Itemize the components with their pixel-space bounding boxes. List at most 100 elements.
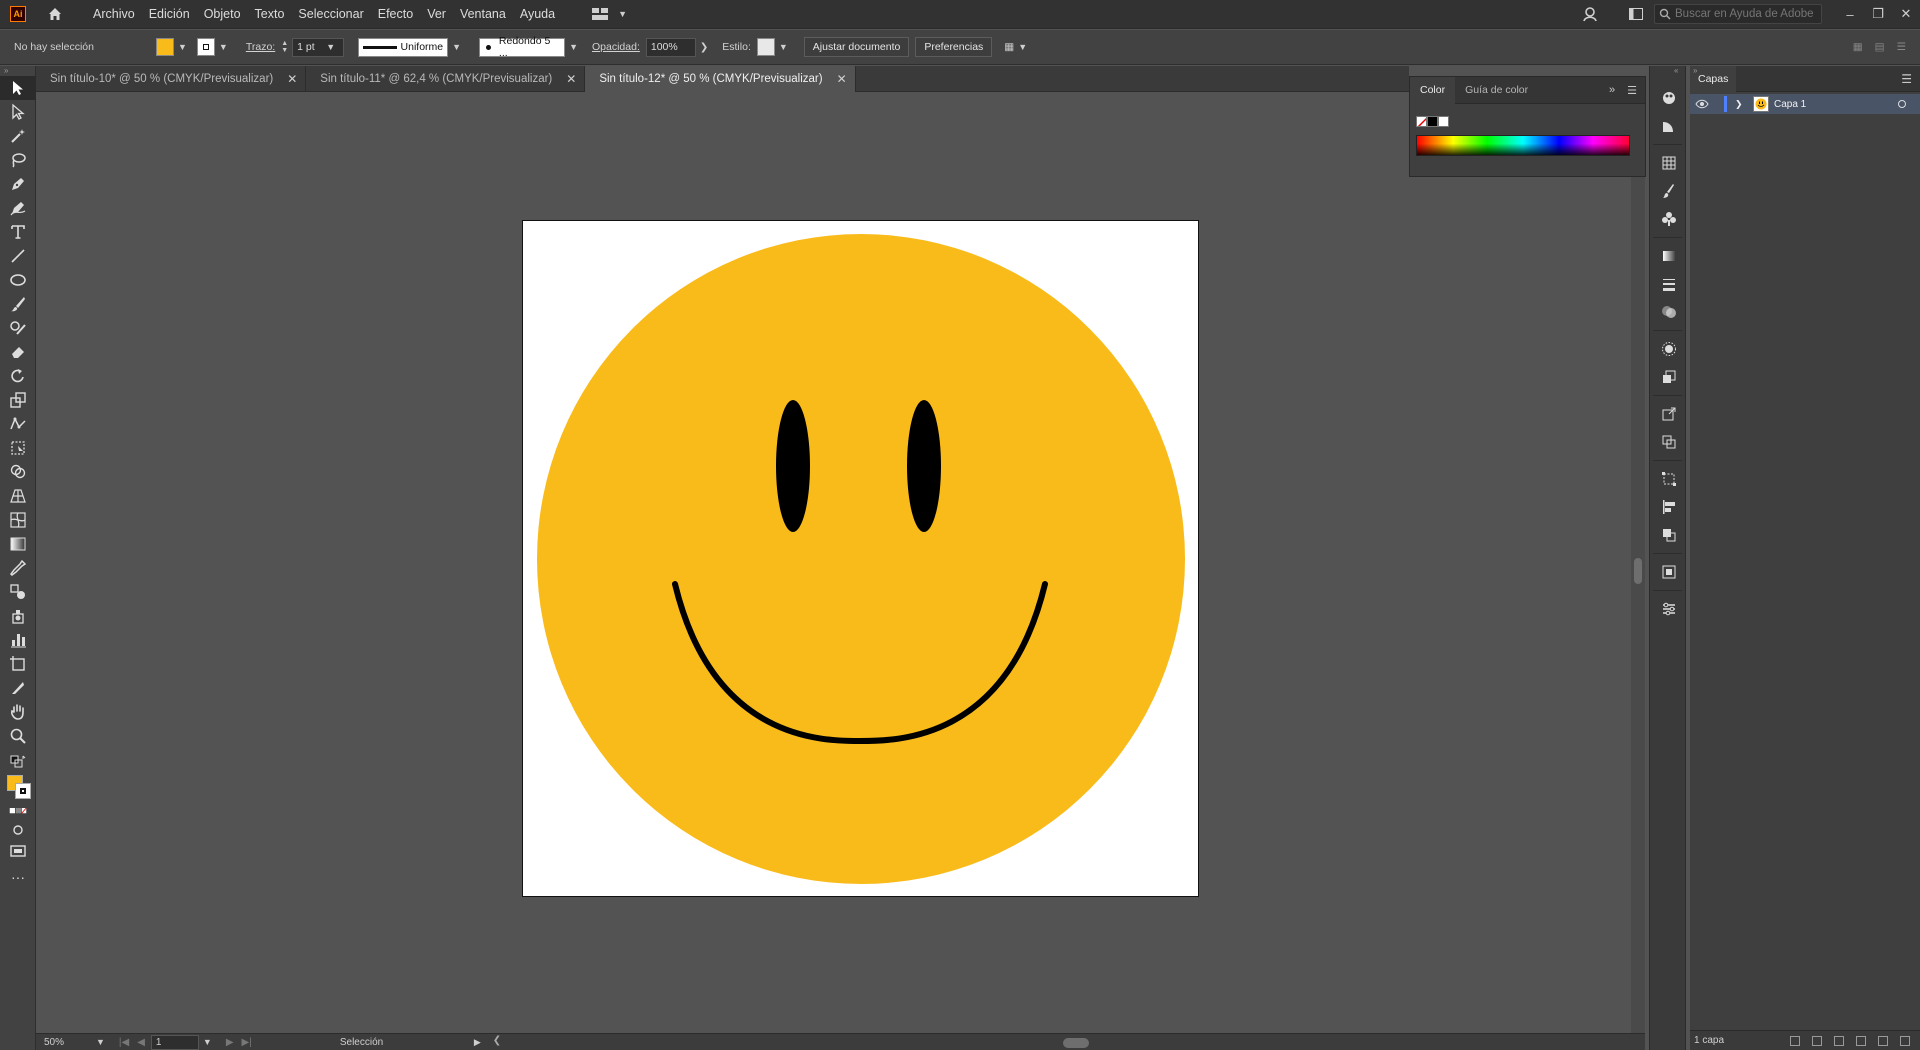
zoom-tool[interactable]	[0, 724, 36, 748]
tab-document-11[interactable]: Sin título-11* @ 62,4 % (CMYK/Previsuali…	[306, 66, 586, 92]
menu-texto[interactable]: Texto	[248, 0, 292, 29]
stroke-panel-icon[interactable]	[1650, 270, 1687, 298]
brush-definition[interactable]: Redondo 5 ...	[479, 35, 566, 59]
graphic-style-swatch[interactable]	[756, 38, 775, 56]
delete-layer-icon[interactable]	[1900, 1035, 1910, 1046]
ellipse-tool[interactable]	[0, 268, 36, 292]
draw-mode-icon[interactable]	[0, 820, 36, 840]
curvature-tool[interactable]	[0, 196, 36, 220]
layer-name[interactable]: Capa 1	[1774, 99, 1806, 110]
screen-mode-icon[interactable]	[0, 840, 36, 862]
shaper-tool[interactable]	[0, 316, 36, 340]
stroke-proxy[interactable]	[15, 783, 31, 799]
fill-swatch[interactable]	[156, 38, 174, 56]
smiley-left-eye[interactable]	[776, 400, 810, 532]
menu-edicion[interactable]: Edición	[142, 0, 197, 29]
variable-width-profile[interactable]: Uniforme	[358, 37, 449, 57]
chevron-right-icon[interactable]: ❯	[700, 42, 708, 53]
artboard[interactable]	[522, 220, 1199, 897]
chevron-down-icon[interactable]: ▼	[219, 42, 228, 52]
tab-color-guide[interactable]: Guía de color	[1455, 77, 1538, 104]
gradient-panel-icon[interactable]	[1650, 242, 1687, 270]
smiley-artwork[interactable]	[523, 221, 1198, 896]
pen-tool[interactable]	[0, 172, 36, 196]
perspective-grid-tool[interactable]	[0, 484, 36, 508]
panel-menu-icon[interactable]: ☰	[1627, 84, 1637, 97]
close-icon[interactable]: ✕	[287, 72, 297, 86]
restore-button[interactable]: ❐	[1864, 0, 1892, 29]
arrange-icon[interactable]: ▦	[1853, 41, 1863, 53]
discover-icon[interactable]	[1576, 0, 1604, 29]
fill-stroke-proxy[interactable]	[0, 772, 36, 802]
libraries-icon[interactable]	[1650, 558, 1687, 586]
line-segment-tool[interactable]	[0, 244, 36, 268]
align-icon[interactable]: ▦	[1004, 41, 1014, 53]
free-transform-tool[interactable]	[0, 436, 36, 460]
zoom-level[interactable]: 50%	[44, 1037, 92, 1048]
menu-ayuda[interactable]: Ayuda	[513, 0, 562, 29]
color-mode-icons[interactable]	[0, 802, 36, 820]
clipping-mask-icon[interactable]	[1834, 1035, 1844, 1046]
color-panel-icon[interactable]	[1650, 84, 1687, 112]
align-panel-icon[interactable]	[1650, 493, 1687, 521]
chevron-down-icon[interactable]: ▼	[1018, 42, 1027, 52]
none-swatch[interactable]	[1416, 116, 1427, 127]
scrollbar-thumb[interactable]	[1634, 558, 1642, 584]
close-icon[interactable]: ✕	[837, 72, 847, 86]
transparency-icon[interactable]	[1650, 298, 1687, 326]
close-icon[interactable]: ✕	[566, 72, 576, 86]
opacity-label[interactable]: Opacidad:	[592, 41, 640, 53]
menu-seleccionar[interactable]: Seleccionar	[291, 0, 370, 29]
stroke-weight-field[interactable]: 1 pt ▼	[292, 37, 345, 57]
canvas-area[interactable]	[36, 93, 1409, 1033]
stroke-label[interactable]: Trazo:	[246, 41, 275, 53]
transform-icon[interactable]	[1650, 465, 1687, 493]
direct-selection-tool[interactable]	[0, 100, 36, 124]
eyedropper-tool[interactable]	[0, 556, 36, 580]
properties-icon[interactable]	[1650, 595, 1687, 623]
hand-tool[interactable]	[0, 700, 36, 724]
vertical-scrollbar[interactable]	[1631, 93, 1645, 1033]
last-artboard-icon[interactable]: ▶|	[242, 1037, 252, 1048]
lasso-tool[interactable]	[0, 148, 36, 172]
next-artboard-icon[interactable]: ▶	[226, 1037, 234, 1048]
menu-ventana[interactable]: Ventana	[453, 0, 513, 29]
export-for-screens-icon[interactable]	[1790, 1035, 1800, 1046]
selection-tool[interactable]	[0, 76, 36, 100]
artboard-nav-prev[interactable]: |◀ ◀	[119, 1037, 145, 1048]
chevron-down-icon[interactable]: ▼	[178, 42, 187, 52]
close-window-button[interactable]: ✕	[1892, 0, 1920, 29]
new-sublayer-icon[interactable]	[1856, 1035, 1866, 1046]
type-tool[interactable]	[0, 220, 36, 244]
graphic-styles-icon[interactable]	[1650, 363, 1687, 391]
chevron-right-icon[interactable]: ❯	[1735, 99, 1745, 110]
menu-efecto[interactable]: Efecto	[371, 0, 420, 29]
scroll-left-icon[interactable]: ❮	[493, 1035, 501, 1046]
mesh-tool[interactable]	[0, 508, 36, 532]
chevron-down-icon[interactable]: ▼	[452, 42, 461, 52]
symbols-icon[interactable]	[1650, 205, 1687, 233]
panel-menu-icon[interactable]: ☰	[1897, 41, 1906, 53]
smiley-right-eye[interactable]	[907, 400, 941, 532]
horizontal-scrollbar[interactable]: ❮	[493, 1035, 1645, 1050]
opacity-field[interactable]: 100%	[645, 37, 696, 57]
panel-collapse-icon[interactable]: «	[1650, 66, 1685, 84]
first-artboard-icon[interactable]: |◀	[119, 1037, 129, 1048]
chevron-down-icon[interactable]: ▼	[569, 42, 578, 52]
visibility-eye-icon[interactable]	[1690, 99, 1714, 109]
symbol-sprayer-tool[interactable]	[0, 604, 36, 628]
stroke-swatch[interactable]	[196, 38, 215, 56]
slice-tool[interactable]	[0, 676, 36, 700]
menu-archivo[interactable]: Archivo	[86, 0, 142, 29]
panel-collapse-icon[interactable]: »	[1693, 66, 1697, 75]
white-swatch[interactable]	[1438, 116, 1449, 127]
artboard-nav-next[interactable]: ▶ ▶|	[226, 1037, 252, 1048]
panel-collapse-icon[interactable]: »	[1609, 84, 1615, 97]
color-spectrum[interactable]	[1416, 135, 1630, 156]
grid-icon[interactable]: ▤	[1875, 41, 1885, 53]
appearance-icon[interactable]	[1650, 335, 1687, 363]
blend-tool[interactable]	[0, 580, 36, 604]
fit-document-button[interactable]: Ajustar documento	[803, 37, 910, 57]
artboards-panel-icon[interactable]	[1650, 428, 1687, 456]
artboard-number-field[interactable]: 1	[150, 1034, 199, 1050]
